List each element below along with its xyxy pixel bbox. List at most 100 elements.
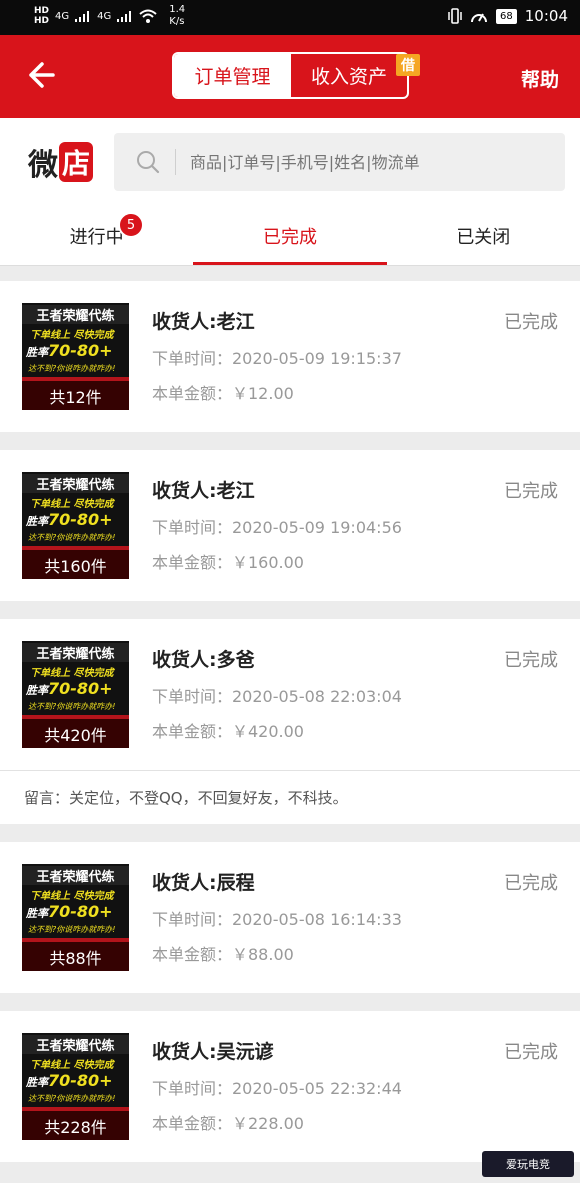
thumb-line-3: 达不到?你说咋办就咋办! — [28, 533, 116, 542]
thumb-line-3: 达不到?你说咋办就咋办! — [28, 1094, 116, 1103]
order-card-main: 王者荣耀代练 下单线上 尽快完成 胜率70-80+ 达不到?你说咋办就咋办! 共… — [0, 842, 580, 993]
thumb-line-2: 胜率70-80+ — [26, 1071, 113, 1090]
search-icon — [137, 151, 160, 174]
product-thumbnail: 王者荣耀代练 下单线上 尽快完成 胜率70-80+ 达不到?你说咋办就咋办! 共… — [22, 864, 129, 971]
order-card[interactable]: 王者荣耀代练 下单线上 尽快完成 胜率70-80+ 达不到?你说咋办就咋办! 共… — [0, 281, 580, 432]
thumb-line-2b: 70-80+ — [48, 510, 113, 529]
tab-in-progress-badge: 5 — [118, 212, 144, 238]
status-right: 68 10:04 — [448, 7, 568, 25]
thumb-line-2b: 70-80+ — [48, 679, 113, 698]
help-button[interactable]: 帮助 — [521, 65, 559, 92]
signal-icon — [75, 10, 91, 22]
search-box[interactable] — [114, 133, 565, 191]
order-status: 已完成 — [504, 1042, 558, 1063]
tab-order-management[interactable]: 订单管理 — [174, 54, 291, 97]
tab-income-assets[interactable]: 收入资产 — [291, 54, 407, 97]
thumb-line-2b: 70-80+ — [48, 902, 113, 921]
order-status: 已完成 — [504, 650, 558, 671]
tab-in-progress[interactable]: 进行中 5 — [0, 206, 193, 265]
order-status: 已完成 — [504, 481, 558, 502]
order-time: 下单时间：2020-05-09 19:15:37 — [152, 349, 402, 368]
order-status-tabs: 进行中 5 已完成 已关闭 — [0, 206, 580, 266]
order-card[interactable]: 王者荣耀代练 下单线上 尽快完成 胜率70-80+ 达不到?你说咋办就咋办! 共… — [0, 842, 580, 993]
thumb-title: 王者荣耀代练 — [22, 643, 129, 662]
thumb-line-2: 胜率70-80+ — [26, 902, 113, 921]
thumb-title: 王者荣耀代练 — [22, 866, 129, 885]
order-card-main: 王者荣耀代练 下单线上 尽快完成 胜率70-80+ 达不到?你说咋办就咋办! 共… — [0, 1011, 580, 1162]
order-time: 下单时间：2020-05-08 16:14:33 — [152, 910, 402, 929]
product-thumbnail: 王者荣耀代练 下单线上 尽快完成 胜率70-80+ 达不到?你说咋办就咋办! 共… — [22, 472, 129, 579]
order-status: 已完成 — [504, 873, 558, 894]
status-left: HD HD 4G 4G 1.4 K/s — [34, 4, 185, 28]
thumb-line-3: 达不到?你说咋办就咋办! — [28, 364, 116, 373]
thumb-title: 王者荣耀代练 — [22, 474, 129, 493]
speedometer-icon — [471, 13, 488, 23]
thumb-line-1: 下单线上 尽快完成 — [30, 499, 114, 510]
order-amount: 本单金额：￥160.00 — [152, 553, 304, 572]
thumb-line-3: 达不到?你说咋办就咋办! — [28, 702, 116, 711]
thumb-line-2a: 胜率 — [26, 907, 48, 920]
item-count: 共88件 — [22, 942, 129, 971]
hd-label-1: HD — [34, 6, 50, 16]
recipient-name: 收货人:老江 — [152, 480, 255, 502]
thumb-line-2b: 70-80+ — [48, 341, 113, 360]
thumb-line-2a: 胜率 — [26, 346, 48, 359]
thumb-line-1: 下单线上 尽快完成 — [30, 1060, 114, 1071]
order-time: 下单时间：2020-05-08 22:03:04 — [152, 687, 402, 706]
logo-char-2: 店 — [59, 142, 94, 182]
item-count: 共228件 — [22, 1111, 129, 1140]
weidian-logo: 微 店 — [28, 142, 94, 183]
net-speed-value: 1.4 — [169, 4, 186, 15]
thumb-line-2a: 胜率 — [26, 1076, 48, 1089]
order-card-main: 王者荣耀代练 下单线上 尽快完成 胜率70-80+ 达不到?你说咋办就咋办! 共… — [0, 619, 580, 770]
order-amount: 本单金额：￥88.00 — [152, 945, 294, 964]
battery-icon: 68 — [496, 8, 517, 24]
order-amount: 本单金额：￥228.00 — [152, 1114, 304, 1133]
back-arrow-icon[interactable] — [26, 60, 56, 90]
product-thumbnail: 王者荣耀代练 下单线上 尽快完成 胜率70-80+ 达不到?你说咋办就咋办! 共… — [22, 303, 129, 410]
order-note: 留言：关定位，不登QQ，不回复好友，不科技。 — [0, 770, 580, 824]
order-card-main: 王者荣耀代练 下单线上 尽快完成 胜率70-80+ 达不到?你说咋办就咋办! 共… — [0, 281, 580, 432]
thumb-title: 王者荣耀代练 — [22, 305, 129, 324]
thumb-line-1: 下单线上 尽快完成 — [30, 330, 114, 341]
item-count: 共12件 — [22, 381, 129, 410]
tab-completed[interactable]: 已完成 — [193, 206, 387, 265]
order-card[interactable]: 王者荣耀代练 下单线上 尽快完成 胜率70-80+ 达不到?你说咋办就咋办! 共… — [0, 450, 580, 601]
network-label-2: 4G — [97, 10, 112, 22]
order-amount: 本单金额：￥420.00 — [152, 722, 304, 741]
thumb-line-2a: 胜率 — [26, 515, 48, 528]
thumb-line-2: 胜率70-80+ — [26, 679, 113, 698]
order-status: 已完成 — [504, 312, 558, 333]
product-thumbnail: 王者荣耀代练 下单线上 尽快完成 胜率70-80+ 达不到?你说咋办就咋办! 共… — [22, 1033, 129, 1140]
watermark-logo: 爱玩电竞 — [482, 1151, 574, 1177]
tab-closed[interactable]: 已关闭 — [387, 206, 580, 265]
app-header: 订单管理 收入资产 借 帮助 — [0, 35, 580, 118]
search-area: 微 店 — [0, 118, 580, 206]
order-list: 王者荣耀代练 下单线上 尽快完成 胜率70-80+ 达不到?你说咋办就咋办! 共… — [0, 281, 580, 1180]
loan-badge: 借 — [396, 54, 420, 76]
thumb-line-1: 下单线上 尽快完成 — [30, 668, 114, 679]
tab-in-progress-label: 进行中 — [69, 226, 124, 248]
thumb-line-2a: 胜率 — [26, 684, 48, 697]
recipient-name: 收货人:辰程 — [152, 872, 255, 894]
order-card[interactable]: 王者荣耀代练 下单线上 尽快完成 胜率70-80+ 达不到?你说咋办就咋办! 共… — [0, 619, 580, 824]
order-time: 下单时间：2020-05-05 22:32:44 — [152, 1079, 402, 1098]
network-label-1: 4G — [55, 10, 70, 22]
tab-closed-label: 已关闭 — [456, 226, 511, 248]
search-input[interactable] — [190, 152, 550, 172]
thumb-line-2b: 70-80+ — [48, 1071, 113, 1090]
thumb-line-2: 胜率70-80+ — [26, 341, 113, 360]
order-card-main: 王者荣耀代练 下单线上 尽快完成 胜率70-80+ 达不到?你说咋办就咋办! 共… — [0, 450, 580, 601]
net-speed-unit: K/s — [169, 16, 185, 27]
signal-icon — [117, 10, 133, 22]
recipient-name: 收货人:多爸 — [152, 649, 255, 671]
vibrate-icon — [448, 8, 462, 24]
hd-label-2: HD — [34, 16, 50, 26]
clock: 10:04 — [524, 7, 568, 25]
product-thumbnail: 王者荣耀代练 下单线上 尽快完成 胜率70-80+ 达不到?你说咋办就咋办! 共… — [22, 641, 129, 748]
logo-char-1: 微 — [28, 148, 58, 183]
order-card[interactable]: 王者荣耀代练 下单线上 尽快完成 胜率70-80+ 达不到?你说咋办就咋办! 共… — [0, 1011, 580, 1162]
wifi-icon — [139, 9, 157, 23]
order-time: 下单时间：2020-05-09 19:04:56 — [152, 518, 402, 537]
status-bar: HD HD 4G 4G 1.4 K/s 68 10:04 — [0, 0, 580, 35]
